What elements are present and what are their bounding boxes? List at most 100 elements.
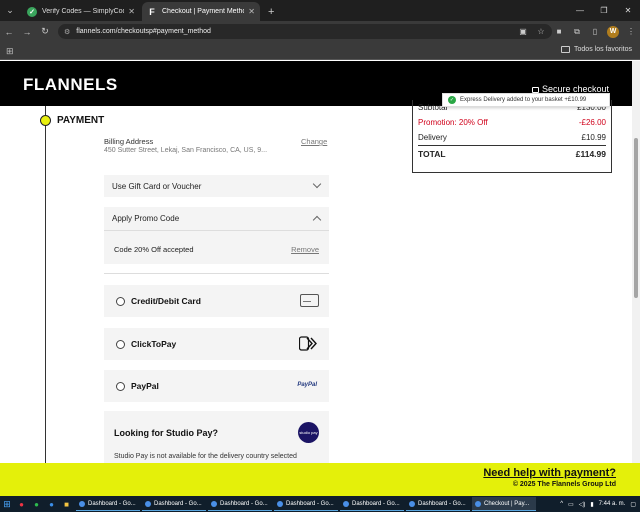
taskbar-item[interactable]: Dashboard - Go... xyxy=(208,497,272,511)
card-radio[interactable] xyxy=(116,297,125,306)
system-tray: ^ ▭ ◁) ▮ 7:44 a. m. ▢ xyxy=(555,496,636,512)
studio-pay-logo-icon: studio pay xyxy=(298,422,319,443)
taskbar-item[interactable]: Dashboard - Go... xyxy=(274,497,338,511)
taskbar-item-label: Dashboard - Go... xyxy=(352,500,400,507)
gift-card-accordion[interactable]: Use Gift Card or Voucher xyxy=(104,175,329,197)
delivery-toast: ✓ Express Delivery added to your basket … xyxy=(442,93,610,107)
page-scrollbar[interactable] xyxy=(632,61,640,463)
translate-icon[interactable]: ▣ xyxy=(514,27,532,36)
window-controls: — ❐ ✕ xyxy=(568,0,640,21)
promotion-value: -£26.00 xyxy=(578,118,606,127)
card-label: Credit/Debit Card xyxy=(131,296,201,306)
taskbar-item[interactable]: Dashboard - Go... xyxy=(406,497,470,511)
flannels-favicon-icon: F xyxy=(149,6,155,17)
volume-icon[interactable]: ◁) xyxy=(579,501,586,508)
simplycodes-favicon-icon: ✓ xyxy=(27,6,37,17)
forward-icon[interactable]: → xyxy=(18,21,36,42)
browser-tab-simplycodes[interactable]: ✓ Verify Codes — SimplyCodes ✕ xyxy=(22,2,140,21)
chrome-icon xyxy=(475,500,481,507)
close-tab-icon[interactable]: ✕ xyxy=(248,7,255,16)
edge-icon[interactable]: ● xyxy=(44,496,59,512)
remove-promo-link[interactable]: Remove xyxy=(291,245,319,254)
credit-card-icon xyxy=(300,294,319,307)
close-window-icon[interactable]: ✕ xyxy=(616,0,640,21)
clock[interactable]: 7:44 a. m. xyxy=(599,501,626,507)
back-icon[interactable]: ← xyxy=(0,21,18,42)
promo-code-label: Apply Promo Code xyxy=(112,214,180,223)
address-toolbar: ← → ↻ ⚙ flannels.com/checkoutsp#payment_… xyxy=(0,21,640,42)
taskbar-item[interactable]: Dashboard - Go... xyxy=(340,497,404,511)
payment-option-card[interactable]: Credit/Debit Card xyxy=(104,285,329,317)
clicktopay-icon xyxy=(299,336,317,351)
apps-grid-icon[interactable]: ⊞ xyxy=(6,46,14,57)
taskbar-item-active[interactable]: Checkout | Pay... xyxy=(472,497,536,511)
studio-pay-panel: Looking for Studio Pay? studio pay Studi… xyxy=(104,411,329,463)
delivery-label: Delivery xyxy=(418,133,447,142)
promotion-label: Promotion: 20% Off xyxy=(418,118,488,127)
all-bookmarks-button[interactable]: Todos los favoritos xyxy=(561,46,632,53)
total-row: TOTAL £114.99 xyxy=(418,149,606,159)
new-tab-icon[interactable]: + xyxy=(268,2,274,21)
all-bookmarks-label: Todos los favoritos xyxy=(574,46,632,53)
chrome-icon[interactable]: ● xyxy=(14,496,29,512)
studio-pay-title: Looking for Studio Pay? xyxy=(114,428,218,438)
chrome-icon xyxy=(277,500,283,507)
taskbar-item-label: Checkout | Pay... xyxy=(484,500,530,507)
taskbar-item[interactable]: Dashboard - Go... xyxy=(76,497,140,511)
promo-applied-panel: Code 20% Off accepted Remove xyxy=(104,230,329,264)
tab-title: Checkout | Payment Methods xyxy=(162,8,244,15)
browser-menu-icon[interactable]: ⋮ xyxy=(622,27,640,36)
minimize-icon[interactable]: — xyxy=(568,0,592,21)
studio-pay-note: Studio Pay is not available for the deli… xyxy=(114,453,297,460)
payment-option-clicktopay[interactable]: ClickToPay xyxy=(104,328,329,360)
flannels-logo[interactable]: FLANNELS xyxy=(23,75,118,95)
chrome-icon xyxy=(145,500,151,507)
payment-help-link[interactable]: Need help with payment? xyxy=(483,467,616,479)
payment-option-paypal[interactable]: PayPal PayPal xyxy=(104,370,329,402)
taskbar-item[interactable]: Dashboard - Go... xyxy=(142,497,206,511)
taskbar-item-label: Dashboard - Go... xyxy=(154,500,202,507)
paypal-radio[interactable] xyxy=(116,382,125,391)
summary-divider xyxy=(418,145,606,146)
whatsapp-icon[interactable]: ● xyxy=(29,496,44,512)
address-bar[interactable]: ⚙ flannels.com/checkoutsp#payment_method xyxy=(58,24,552,39)
chevron-down-icon xyxy=(312,179,322,189)
profile-avatar[interactable]: W xyxy=(607,25,619,38)
extension-icon[interactable]: ■ xyxy=(550,27,568,36)
paypal-label: PayPal xyxy=(131,381,159,391)
tab-search-icon[interactable]: ⌄ xyxy=(0,0,20,21)
promo-code-accordion[interactable]: Apply Promo Code xyxy=(104,207,329,230)
payment-title: PAYMENT xyxy=(57,115,105,126)
step-line xyxy=(45,106,46,463)
check-icon: ✓ xyxy=(448,96,456,104)
promo-accepted-text: Code 20% Off accepted xyxy=(114,245,194,254)
clicktopay-radio[interactable] xyxy=(116,340,125,349)
site-info-icon[interactable]: ⚙ xyxy=(64,28,70,36)
notification-icon[interactable]: ▢ xyxy=(630,501,636,508)
total-value: £114.99 xyxy=(575,149,606,159)
url-text: flannels.com/checkoutsp#payment_method xyxy=(76,28,211,35)
clicktopay-label: ClickToPay xyxy=(131,339,177,349)
gift-card-label: Use Gift Card or Voucher xyxy=(112,182,202,191)
taskbar-item-label: Dashboard - Go... xyxy=(88,500,136,507)
restore-icon[interactable]: ❐ xyxy=(592,0,616,21)
scrollbar-thumb[interactable] xyxy=(634,138,638,298)
close-tab-icon[interactable]: ✕ xyxy=(128,7,135,16)
battery-icon[interactable]: ▮ xyxy=(590,501,593,508)
delivery-row: Delivery £10.99 xyxy=(418,133,606,142)
network-icon[interactable]: ▭ xyxy=(568,501,574,508)
tray-chevron-icon[interactable]: ^ xyxy=(560,501,563,507)
tab-title: Verify Codes — SimplyCodes xyxy=(42,8,124,15)
paypal-icon: PayPal xyxy=(297,382,317,388)
reload-icon[interactable]: ↻ xyxy=(36,21,54,42)
sidepanel-icon[interactable]: ▯ xyxy=(586,27,604,36)
change-address-link[interactable]: Change xyxy=(301,137,327,146)
bookmark-star-icon[interactable]: ☆ xyxy=(532,27,550,36)
bookmarks-bar: ⊞ Todos los favoritos xyxy=(0,42,640,60)
taskbar-item-label: Dashboard - Go... xyxy=(220,500,268,507)
browser-tab-checkout[interactable]: F Checkout | Payment Methods ✕ xyxy=(142,2,260,21)
extensions-puzzle-icon[interactable]: ⧉ xyxy=(568,27,586,37)
chrome-icon xyxy=(79,500,85,507)
file-explorer-icon[interactable]: ■ xyxy=(59,496,74,512)
windows-start-icon[interactable]: ⊞ xyxy=(0,496,14,512)
